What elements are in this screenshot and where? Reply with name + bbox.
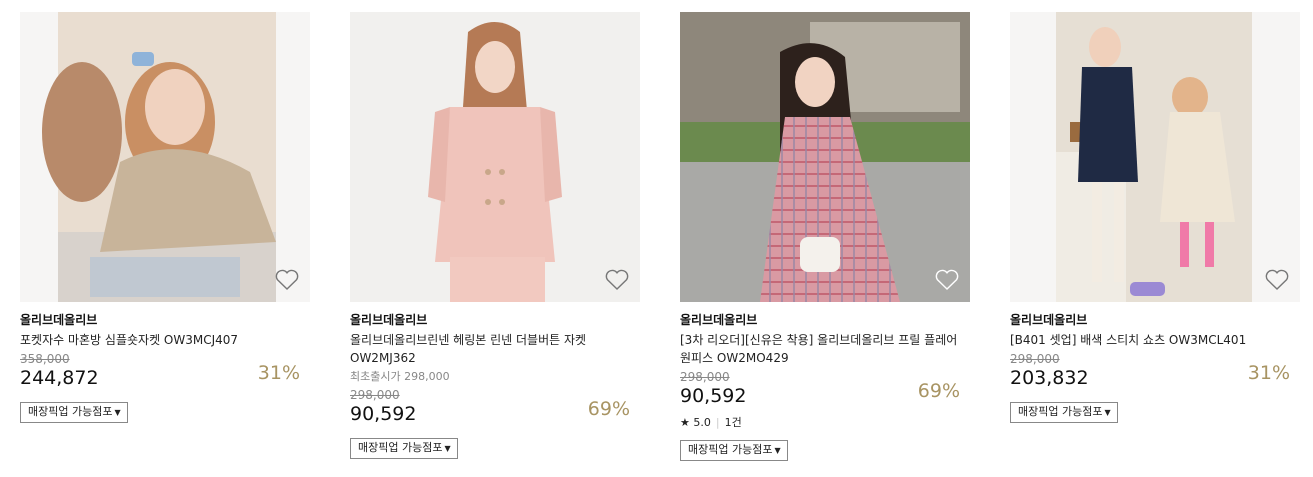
product-name[interactable]: 포켓자수 마혼방 심플숏자켓 OW3MCJ407	[20, 331, 310, 349]
brand-name[interactable]: 올리브데올리브	[20, 312, 310, 328]
product-name[interactable]: 올리브데올리브린넨 헤링본 린넨 더블버튼 자켓 OW2MJ362	[350, 331, 640, 367]
product-image[interactable]	[1010, 12, 1300, 302]
price-row: 90,592 69%	[680, 380, 970, 410]
caret-down-icon: ▼	[444, 443, 451, 453]
product-name[interactable]: [3차 리오더][신유은 착용] 올리브데올리브 프릴 플레어 원피스 OW2M…	[680, 331, 970, 367]
price-row: 203,832 31%	[1010, 362, 1300, 392]
review-summary[interactable]: ★ 5.0 | 1건	[680, 416, 970, 430]
product-card[interactable]: 올리브데올리브 [3차 리오더][신유은 착용] 올리브데올리브 프릴 플레어 …	[680, 12, 970, 461]
star-icon: ★	[680, 416, 690, 429]
caret-down-icon: ▼	[114, 407, 121, 417]
store-pickup-dropdown[interactable]: 매장픽업 가능점포 ▼	[20, 402, 128, 423]
first-release-price: 최초출시가 298,000	[350, 370, 450, 383]
heart-outline-icon[interactable]	[934, 268, 960, 292]
store-pickup-label: 매장픽업 가능점포	[358, 441, 443, 454]
brand-name[interactable]: 올리브데올리브	[1010, 312, 1300, 328]
product-card[interactable]: 올리브데올리브 올리브데올리브린넨 헤링본 린넨 더블버튼 자켓 OW2MJ36…	[350, 12, 640, 459]
brand-name[interactable]: 올리브데올리브	[350, 312, 640, 328]
price-row: 90,592 69%	[350, 398, 640, 428]
product-image[interactable]	[20, 12, 310, 302]
discount-rate: 31%	[257, 362, 300, 384]
store-pickup-dropdown[interactable]: 매장픽업 가능점포 ▼	[350, 438, 458, 459]
product-grid: 올리브데올리브 포켓자수 마혼방 심플숏자켓 OW3MCJ407 358,000…	[0, 0, 1313, 477]
product-photo	[1010, 12, 1300, 302]
product-image[interactable]	[680, 12, 970, 302]
product-photo	[20, 12, 310, 302]
store-pickup-dropdown[interactable]: 매장픽업 가능점포 ▼	[680, 440, 788, 461]
store-pickup-label: 매장픽업 가능점포	[688, 443, 773, 456]
product-photo	[680, 12, 970, 302]
product-photo	[350, 12, 640, 302]
heart-outline-icon[interactable]	[1264, 268, 1290, 292]
brand-name[interactable]: 올리브데올리브	[680, 312, 970, 328]
caret-down-icon: ▼	[1104, 407, 1111, 417]
store-pickup-label: 매장픽업 가능점포	[28, 405, 113, 418]
heart-outline-icon[interactable]	[274, 268, 300, 292]
discount-rate: 31%	[1247, 362, 1290, 384]
product-image[interactable]	[350, 12, 640, 302]
store-pickup-dropdown[interactable]: 매장픽업 가능점포 ▼	[1010, 402, 1118, 423]
price-row: 244,872 31%	[20, 362, 310, 392]
discount-rate: 69%	[587, 398, 630, 420]
heart-outline-icon[interactable]	[604, 268, 630, 292]
rating-score: 5.0	[693, 416, 711, 429]
caret-down-icon: ▼	[774, 445, 781, 455]
product-card[interactable]: 올리브데올리브 포켓자수 마혼방 심플숏자켓 OW3MCJ407 358,000…	[20, 12, 310, 423]
product-card[interactable]: 올리브데올리브 [B401 셋업] 배색 스티치 쇼츠 OW3MCL401 29…	[1010, 12, 1300, 423]
divider: |	[715, 416, 720, 429]
review-count: 1건	[724, 416, 742, 429]
discount-rate: 69%	[917, 380, 960, 402]
product-name[interactable]: [B401 셋업] 배색 스티치 쇼츠 OW3MCL401	[1010, 331, 1300, 349]
store-pickup-label: 매장픽업 가능점포	[1018, 405, 1103, 418]
